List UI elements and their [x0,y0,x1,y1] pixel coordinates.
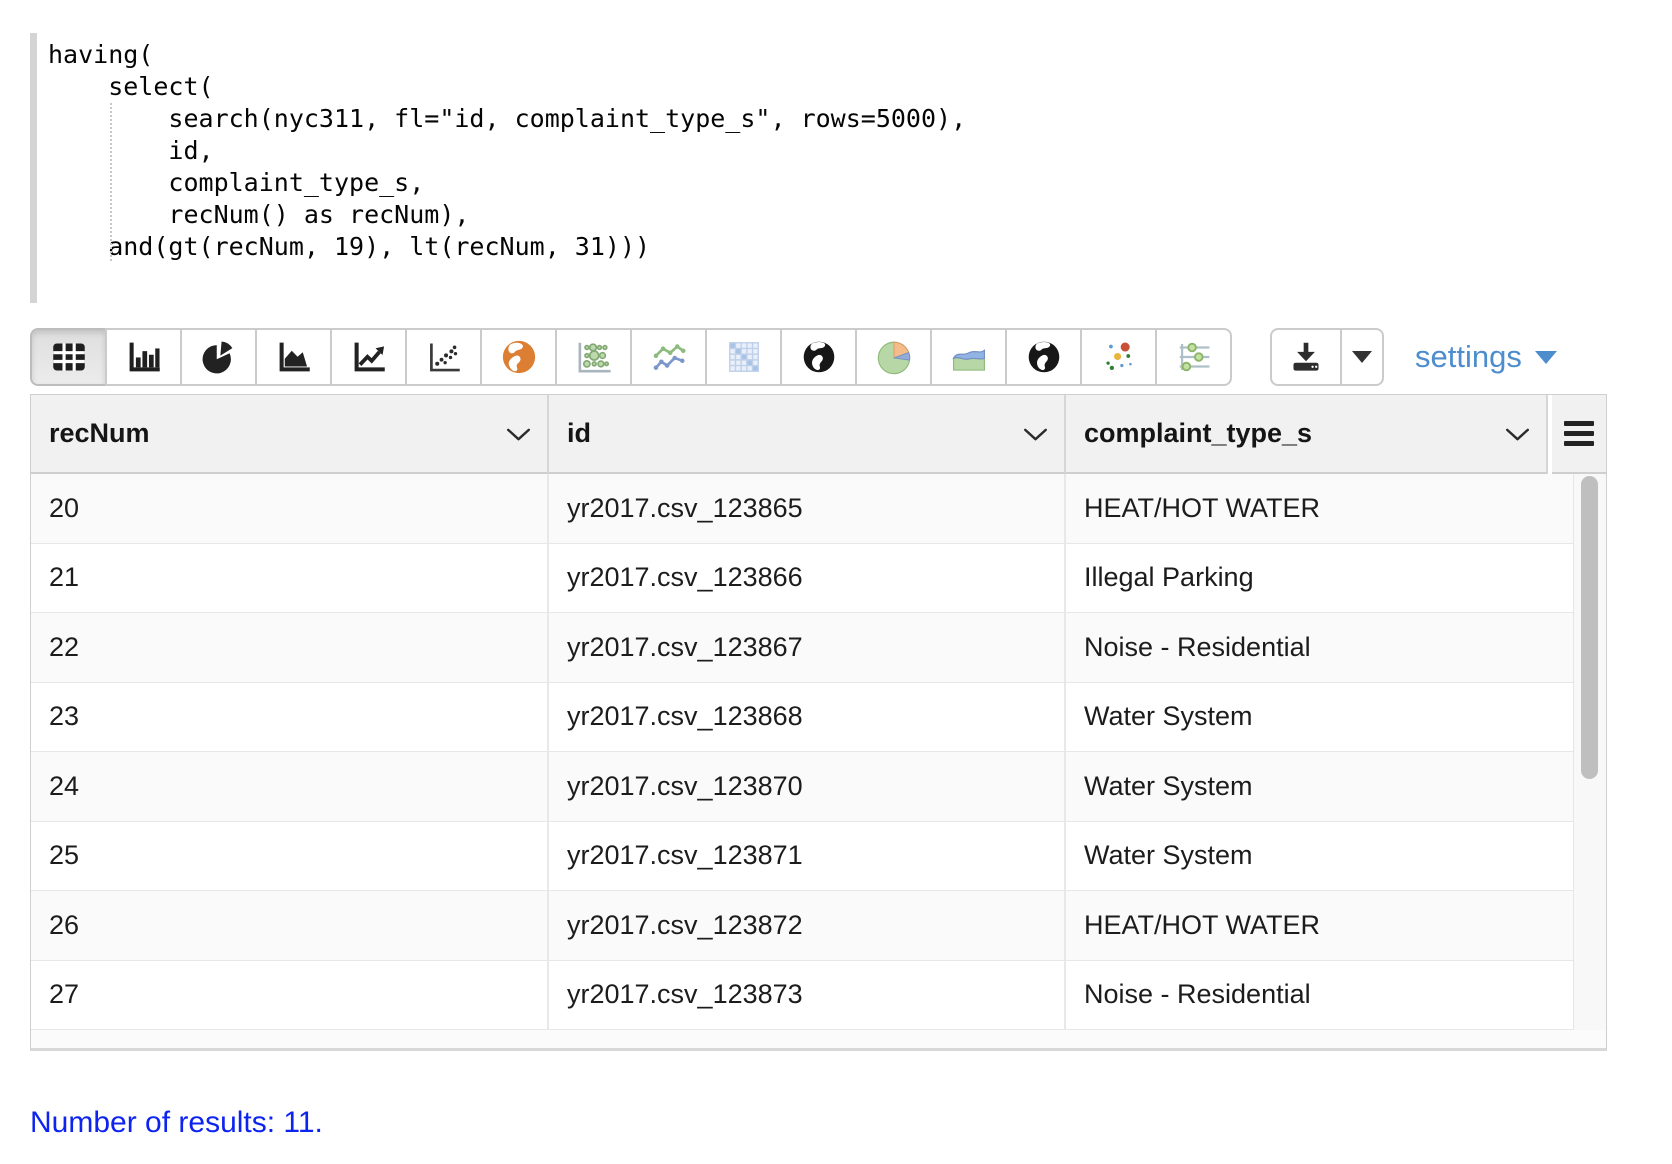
download-button-group [1270,328,1384,386]
cell-id: yr2017.csv_123867 [549,613,1066,682]
multi-line-chart-icon [650,338,688,376]
globe-dark-2-icon [1026,339,1062,375]
area-chart-icon [276,339,312,375]
table-row: 20 yr2017.csv_123865 HEAT/HOT WATER [31,474,1606,544]
cell-complaint-type: HEAT/HOT WATER [1066,891,1572,960]
cell-recnum: 24 [31,752,549,821]
table-row: 27 yr2017.csv_123873 Noise - Residential [31,961,1606,1031]
scrollbar-thumb[interactable] [1581,476,1598,779]
caret-down-icon [1352,351,1372,363]
cell-id: yr2017.csv_123868 [549,683,1066,752]
bar-chart-button[interactable] [105,328,182,386]
cell-id: yr2017.csv_123866 [549,544,1066,613]
download-options-button[interactable] [1340,328,1384,386]
cell-complaint-type: Water System [1066,683,1572,752]
table-button[interactable] [30,328,107,386]
column-header-label: complaint_type_s [1084,418,1312,449]
cell-recnum: 21 [31,544,549,613]
cell-recnum: 25 [31,822,549,891]
cell-complaint-type: Noise - Residential [1066,613,1572,682]
table-bottom-strip [31,1030,1606,1048]
cell-id: yr2017.csv_123872 [549,891,1066,960]
chevron-down-icon[interactable] [1023,418,1048,449]
pie-chart-color-icon [875,338,913,376]
parallel-sliders-icon [1175,338,1213,376]
area-chart-color-button[interactable] [930,328,1007,386]
cell-id: yr2017.csv_123865 [549,474,1066,543]
cell-complaint-type: Water System [1066,822,1572,891]
globe-dark-button[interactable] [780,328,857,386]
code-text[interactable]: having( select( search(nyc311, fl="id, c… [48,39,1620,263]
heatmap-button[interactable] [705,328,782,386]
indent-guide [110,103,112,261]
vertical-scrollbar[interactable] [1573,474,1606,1030]
parallel-sliders-button[interactable] [1155,328,1232,386]
column-header-complaint-type[interactable]: complaint_type_s [1066,395,1548,474]
scatter-plot-icon [426,339,462,375]
table-row: 22 yr2017.csv_123867 Noise - Residential [31,613,1606,683]
multi-line-chart-button[interactable] [630,328,707,386]
settings-caret-down-icon [1535,351,1557,364]
column-header-label: recNum [49,418,150,449]
table-row: 21 yr2017.csv_123866 Illegal Parking [31,544,1606,614]
visualization-toolbar: settings [30,328,1232,386]
scatter-color-icon [1100,338,1138,376]
globe-orange-button[interactable] [480,328,557,386]
cell-id: yr2017.csv_123871 [549,822,1066,891]
globe-orange-icon [500,338,538,376]
pie-chart-icon [201,339,237,375]
pie-chart-color-button[interactable] [855,328,932,386]
cell-complaint-type: HEAT/HOT WATER [1066,474,1572,543]
cell-recnum: 20 [31,474,549,543]
pie-chart-button[interactable] [180,328,257,386]
results-count: Number of results: 11. [30,1106,323,1140]
cell-id: yr2017.csv_123873 [549,961,1066,1030]
table-body: 20 yr2017.csv_123865 HEAT/HOT WATER 21 y… [31,474,1606,1048]
chart-type-button-group [30,328,1232,386]
column-header-recnum[interactable]: recNum [31,395,549,474]
table-icon [51,339,87,375]
download-icon [1289,340,1323,374]
globe-dark-2-button[interactable] [1005,328,1082,386]
bar-chart-icon [126,339,162,375]
scatter-plot-button[interactable] [405,328,482,386]
download-button[interactable] [1270,328,1342,386]
cell-id: yr2017.csv_123870 [549,752,1066,821]
line-chart-button[interactable] [330,328,407,386]
cell-complaint-type: Illegal Parking [1066,544,1572,613]
cell-recnum: 27 [31,961,549,1030]
globe-dark-icon [801,339,837,375]
table-row: 26 yr2017.csv_123872 HEAT/HOT WATER [31,891,1606,961]
bubble-matrix-button[interactable] [555,328,632,386]
cell-recnum: 22 [31,613,549,682]
cell-recnum: 26 [31,891,549,960]
line-chart-icon [351,339,387,375]
table-row: 24 yr2017.csv_123870 Water System [31,752,1606,822]
area-chart-button[interactable] [255,328,332,386]
cell-recnum: 23 [31,683,549,752]
table-row: 25 yr2017.csv_123871 Water System [31,822,1606,892]
cell-complaint-type: Noise - Residential [1066,961,1572,1030]
bubble-matrix-icon [575,338,613,376]
settings-dropdown[interactable]: settings [1415,328,1557,386]
area-chart-color-icon [950,338,988,376]
code-editor[interactable]: having( select( search(nyc311, fl="id, c… [30,33,1620,303]
table-row: 23 yr2017.csv_123868 Water System [31,683,1606,753]
heatmap-icon [725,338,763,376]
results-table: recNum id complaint_type_s 20 yr2017.csv… [30,394,1607,1051]
table-menu-button[interactable] [1552,395,1606,474]
hamburger-icon [1564,421,1594,426]
settings-label: settings [1415,339,1522,375]
scatter-color-button[interactable] [1080,328,1157,386]
cell-complaint-type: Water System [1066,752,1572,821]
chevron-down-icon[interactable] [506,418,531,449]
column-header-id[interactable]: id [549,395,1066,474]
chevron-down-icon[interactable] [1505,418,1530,449]
column-header-label: id [567,418,591,449]
table-header-row: recNum id complaint_type_s [31,395,1606,474]
